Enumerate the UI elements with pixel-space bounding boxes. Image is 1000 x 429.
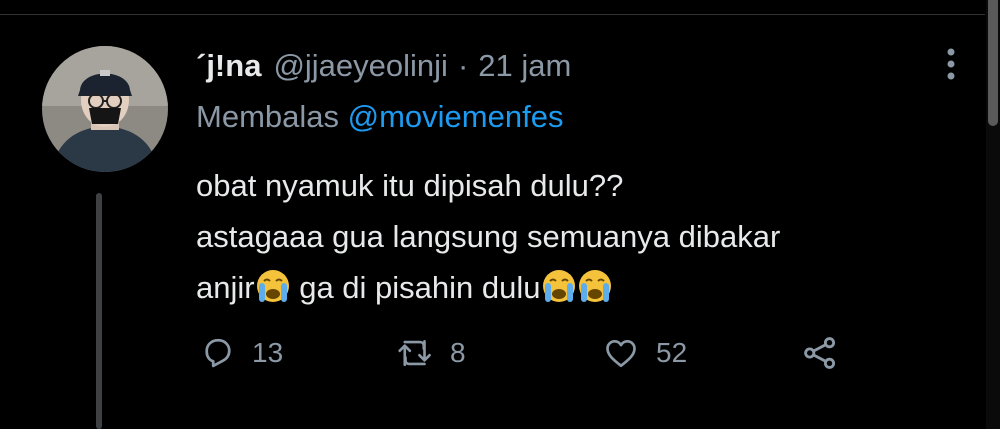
tweet-header: ´j!na @jjaeyeolinji · 21 jam xyxy=(196,44,571,88)
reply-mention-link[interactable]: @moviemenfes xyxy=(348,99,564,134)
like-count: 52 xyxy=(656,337,688,368)
scrollbar-thumb[interactable] xyxy=(988,0,998,126)
avatar[interactable] xyxy=(42,46,168,172)
retweet-icon xyxy=(398,339,431,367)
more-dots-icon xyxy=(947,48,955,80)
tweet-text-line: obat nyamuk itu dipisah dulu?? xyxy=(196,168,624,203)
reply-count: 13 xyxy=(252,337,284,368)
display-name[interactable]: ´j!na xyxy=(196,48,261,84)
tweet-text-segment: ga di pisahin dulu xyxy=(290,270,541,305)
more-options-button[interactable] xyxy=(934,44,968,84)
scrollbar[interactable] xyxy=(986,0,1000,429)
reply-prefix: Membalas xyxy=(196,99,339,134)
reply-button[interactable]: 13 xyxy=(200,331,283,375)
crying-face-emoji-icon xyxy=(256,270,289,302)
top-divider xyxy=(0,0,985,15)
reply-icon xyxy=(205,338,231,368)
crying-face-emoji-icon xyxy=(542,270,575,302)
avatar-image xyxy=(42,46,168,172)
share-icon xyxy=(804,337,836,369)
tweet-text-line: astagaaa gua langsung semuanya dibakar xyxy=(196,219,781,254)
timestamp[interactable]: 21 jam xyxy=(478,48,571,84)
reply-to-line: Membalas @moviemenfes xyxy=(196,99,563,135)
crying-face-emoji-icon xyxy=(578,270,611,302)
thread-line xyxy=(96,193,102,429)
tweet-text-segment: anjir xyxy=(196,270,255,305)
separator-dot: · xyxy=(457,48,469,83)
tweet-text: obat nyamuk itu dipisah dulu?? astagaaa … xyxy=(196,160,780,313)
retweet-button[interactable]: 8 xyxy=(396,331,466,375)
tweet-actions: 13 8 52 xyxy=(196,331,856,375)
user-handle[interactable]: @jjaeyeolinji xyxy=(273,48,448,84)
heart-icon xyxy=(606,339,636,368)
like-button[interactable]: 52 xyxy=(602,331,687,375)
tweet-text-line: anjir ga di pisahin dulu xyxy=(196,262,780,313)
share-button[interactable] xyxy=(800,331,840,375)
retweet-count: 8 xyxy=(450,337,466,368)
